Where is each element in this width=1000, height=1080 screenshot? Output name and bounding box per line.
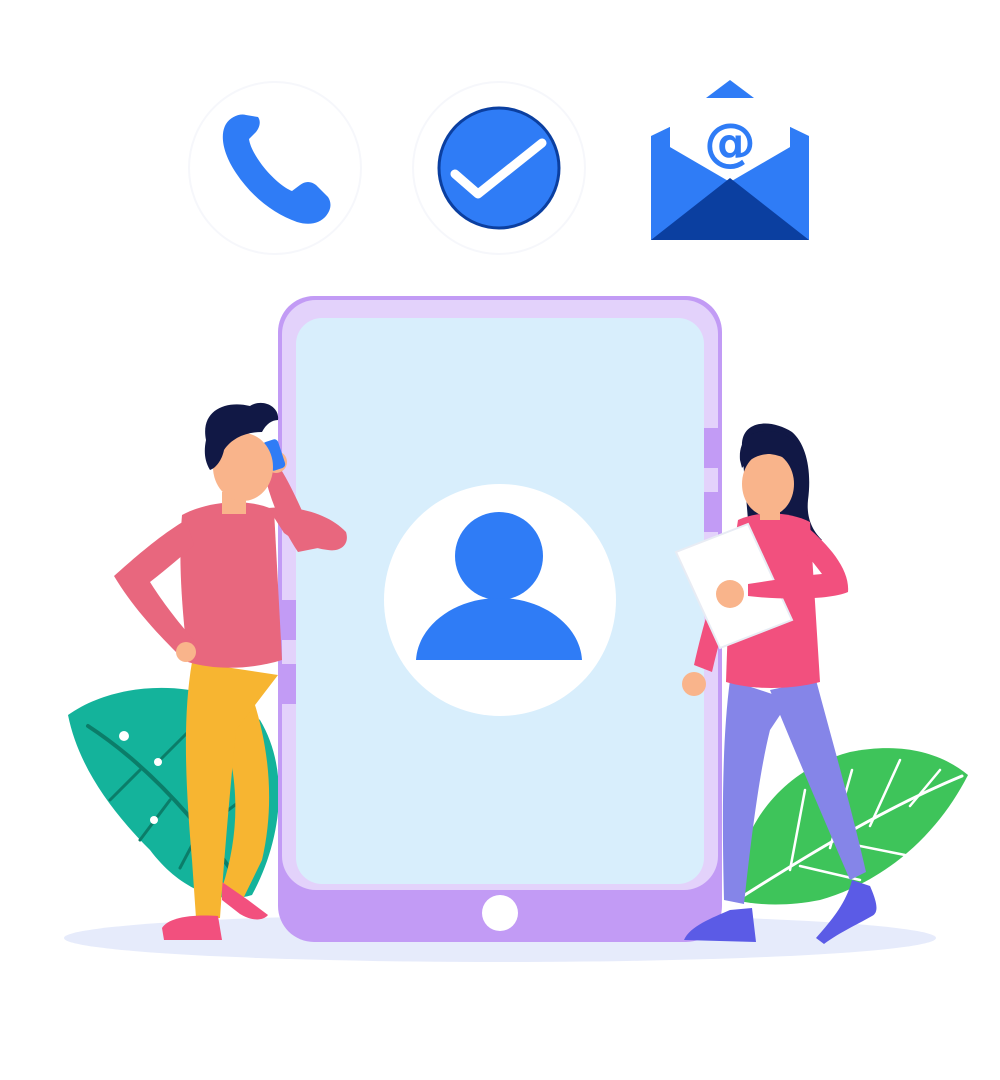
phone-icon: [188, 81, 362, 255]
user-avatar-icon: [384, 484, 616, 716]
email-icon: @: [651, 80, 809, 240]
check-icon: [412, 81, 586, 255]
tablet-device: [278, 296, 722, 942]
email-at-symbol: @: [704, 113, 756, 173]
contact-illustration: @: [0, 0, 1000, 1080]
home-button: [482, 895, 518, 931]
illustration-canvas: @: [64, 80, 968, 962]
